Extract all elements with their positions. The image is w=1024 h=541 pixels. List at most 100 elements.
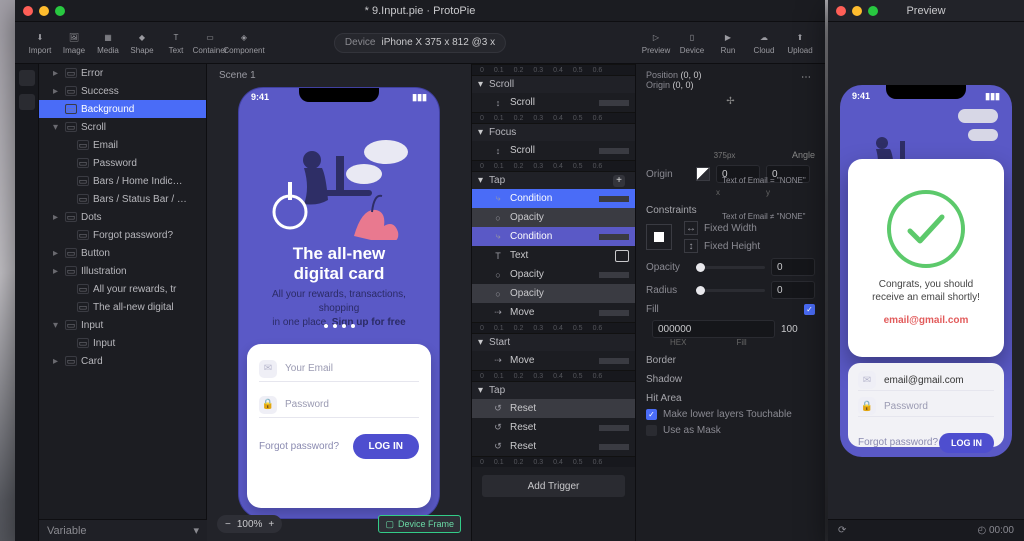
timeline-bar[interactable] bbox=[599, 291, 629, 297]
zoom-control[interactable]: − 100% + bbox=[217, 515, 282, 533]
timeline-bar[interactable] bbox=[599, 215, 629, 221]
constraint-box[interactable] bbox=[646, 224, 672, 250]
trigger-group-focus[interactable]: ▾Focus bbox=[472, 123, 635, 141]
refresh-icon[interactable]: ⟳ bbox=[838, 525, 846, 536]
maximize-icon[interactable] bbox=[55, 6, 65, 16]
trigger-group-tap[interactable]: ▾Tap+ bbox=[472, 171, 635, 189]
radius-value[interactable]: 0 bbox=[771, 281, 815, 299]
zoom-in-icon[interactable]: + bbox=[268, 519, 274, 530]
fill-hex[interactable]: 000000 bbox=[652, 320, 775, 338]
fill-toggle[interactable]: ✓ bbox=[804, 304, 815, 315]
timeline-bar[interactable] bbox=[599, 406, 629, 412]
action-opacity[interactable]: ○Opacity bbox=[472, 208, 635, 227]
device-selector[interactable]: Device iPhone X 375 x 812 @3 x bbox=[334, 33, 506, 53]
timeline-bar[interactable] bbox=[599, 148, 629, 154]
tool-run[interactable]: ▶Run bbox=[711, 30, 745, 55]
layer-row[interactable]: ▸▭Error bbox=[39, 64, 206, 82]
zoom-out-icon[interactable]: − bbox=[225, 519, 231, 530]
timeline-bar[interactable] bbox=[599, 444, 629, 450]
action-move[interactable]: ⇢Move bbox=[472, 303, 635, 322]
tool-cloud[interactable]: ☁Cloud bbox=[747, 30, 781, 55]
action-reset[interactable]: ↺Reset bbox=[472, 399, 635, 418]
tool-shape[interactable]: ◆Shape bbox=[125, 30, 159, 55]
tool-preview[interactable]: ▷Preview bbox=[639, 30, 673, 55]
email-field[interactable]: ✉ Your Email bbox=[259, 356, 419, 382]
opacity-slider[interactable] bbox=[696, 266, 765, 269]
layer-row[interactable]: ▭Bars / Home Indic… bbox=[39, 172, 206, 190]
layer-row[interactable]: ▭The all-new digital bbox=[39, 298, 206, 316]
layer-row[interactable]: ▾▭Input bbox=[39, 316, 206, 334]
forgot-link[interactable]: Forgot password? bbox=[259, 441, 339, 452]
layer-row[interactable]: ▭Input bbox=[39, 334, 206, 352]
layer-row[interactable]: ▭Email bbox=[39, 136, 206, 154]
action-text[interactable]: TText bbox=[472, 246, 635, 265]
minimize-icon[interactable] bbox=[39, 6, 49, 16]
action-reset[interactable]: ↺Reset bbox=[472, 418, 635, 437]
tool-component[interactable]: ◈Component bbox=[227, 30, 261, 55]
timeline-bar[interactable] bbox=[599, 358, 629, 364]
action-scroll[interactable]: ↕Scroll bbox=[472, 141, 635, 160]
device-frame-canvas[interactable]: 9:41 ▮▮▮ bbox=[239, 88, 439, 518]
action-condition[interactable]: ⤷Condition bbox=[472, 227, 635, 246]
close-icon[interactable] bbox=[836, 6, 846, 16]
tool-image[interactable]: 🖼Image bbox=[57, 30, 91, 55]
action-reset[interactable]: ↺Reset bbox=[472, 437, 635, 456]
action-condition[interactable]: ⤷Condition bbox=[472, 189, 635, 208]
action-move[interactable]: ⇢Move bbox=[472, 351, 635, 370]
fixed-width-icon[interactable]: ↔ bbox=[684, 221, 698, 235]
trigger-group-start[interactable]: ▾Start bbox=[472, 333, 635, 351]
maximize-icon[interactable] bbox=[868, 6, 878, 16]
layer-row[interactable]: ▭Background bbox=[39, 100, 206, 118]
tool-device[interactable]: ▯Device bbox=[675, 30, 709, 55]
layer-row[interactable]: ▭All your rewards, tr bbox=[39, 280, 206, 298]
rail-tab-1[interactable] bbox=[19, 70, 35, 86]
tool-upload[interactable]: ⬆Upload bbox=[783, 30, 817, 55]
canvas[interactable]: Scene 1 9:41 ▮▮▮ bbox=[207, 64, 471, 541]
login-button[interactable]: LOG IN bbox=[353, 434, 419, 459]
tool-import[interactable]: ⬇Import bbox=[23, 30, 57, 55]
layer-row[interactable]: ▸▭Button bbox=[39, 244, 206, 262]
tool-media[interactable]: ▦Media bbox=[91, 30, 125, 55]
layer-row[interactable]: ▸▭Illustration bbox=[39, 262, 206, 280]
minimize-icon[interactable] bbox=[852, 6, 862, 16]
tool-container[interactable]: ▭Container bbox=[193, 30, 227, 55]
mask-check[interactable]: ✓ bbox=[646, 425, 657, 436]
more-icon[interactable]: ⋯ bbox=[801, 72, 811, 83]
add-action-icon[interactable]: + bbox=[613, 175, 625, 187]
login-button[interactable]: LOG IN bbox=[939, 433, 994, 453]
layer-row[interactable]: ▭Forgot password? bbox=[39, 226, 206, 244]
touchable-check[interactable]: ✓ bbox=[646, 409, 657, 420]
layer-row[interactable]: ▸▭Dots bbox=[39, 208, 206, 226]
action-scroll[interactable]: ↕Scroll bbox=[472, 93, 635, 112]
chevron-down-icon[interactable]: ▾ bbox=[193, 524, 199, 537]
radius-slider[interactable] bbox=[696, 289, 765, 292]
timeline-bar[interactable] bbox=[599, 234, 629, 240]
forgot-link[interactable]: Forgot password? bbox=[858, 437, 938, 448]
action-opacity[interactable]: ○Opacity bbox=[472, 284, 635, 303]
timeline-bar[interactable] bbox=[599, 196, 629, 202]
action-opacity[interactable]: ○Opacity bbox=[472, 265, 635, 284]
layer-row[interactable]: ▸▭Card bbox=[39, 352, 206, 370]
rail-tab-2[interactable] bbox=[19, 94, 35, 110]
layer-row[interactable]: ▭Bars / Status Bar / … bbox=[39, 190, 206, 208]
layer-row[interactable]: ▾▭Scroll bbox=[39, 118, 206, 136]
add-trigger-button[interactable]: Add Trigger bbox=[482, 475, 625, 497]
layer-row[interactable]: ▭Password bbox=[39, 154, 206, 172]
preview-device[interactable]: 9:41▮▮▮ Congrats, you should receive an … bbox=[840, 85, 1012, 457]
password-field[interactable]: 🔒 Password bbox=[259, 392, 419, 418]
origin-cross-icon[interactable]: ✢ bbox=[726, 96, 734, 107]
device-frame-toggle[interactable]: ▢ Device Frame bbox=[378, 515, 461, 533]
fixed-height-icon[interactable]: ↕ bbox=[684, 239, 698, 253]
trigger-group-tap[interactable]: ▾Tap bbox=[472, 381, 635, 399]
layer-footer[interactable]: Variable▾ bbox=[39, 519, 207, 541]
timeline-bar[interactable] bbox=[599, 310, 629, 316]
timeline-bar[interactable] bbox=[599, 100, 629, 106]
layer-row[interactable]: ▸▭Success bbox=[39, 82, 206, 100]
close-icon[interactable] bbox=[23, 6, 33, 16]
timeline-bar[interactable] bbox=[599, 425, 629, 431]
password-field[interactable]: 🔒Password bbox=[858, 397, 994, 417]
opacity-value[interactable]: 0 bbox=[771, 258, 815, 276]
fill-alpha[interactable]: 100 bbox=[781, 324, 815, 335]
tool-text[interactable]: TText bbox=[159, 30, 193, 55]
traffic-lights[interactable] bbox=[23, 6, 65, 16]
